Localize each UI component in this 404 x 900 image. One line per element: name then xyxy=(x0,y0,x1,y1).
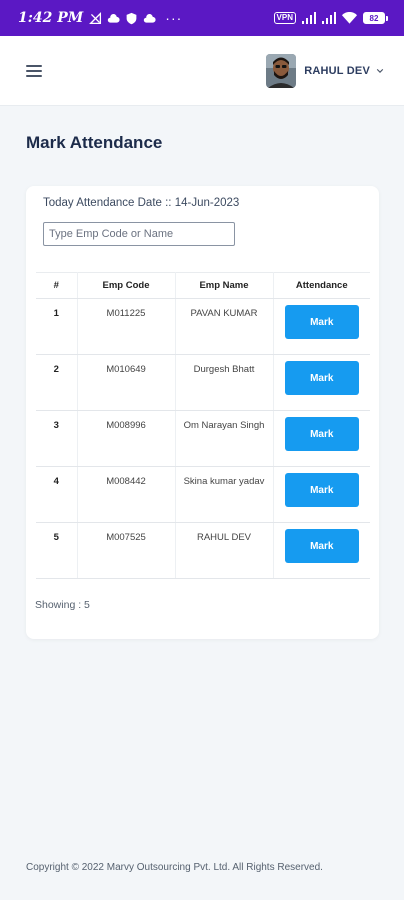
more-notifications-icon: ··· xyxy=(165,10,183,26)
cloud-icon xyxy=(108,13,120,23)
wifi-icon xyxy=(342,12,357,24)
mark-button[interactable]: Mark xyxy=(284,473,359,507)
table-row: 2 M010649 Durgesh Bhatt Mark xyxy=(36,354,370,411)
row-number: 5 xyxy=(36,522,77,579)
app-header: RAHUL DEV xyxy=(0,36,404,106)
chevron-down-icon[interactable] xyxy=(376,67,384,75)
signal-icon xyxy=(302,12,316,24)
row-number: 3 xyxy=(36,410,77,467)
attendance-date: Today Attendance Date :: 14-Jun-2023 xyxy=(43,197,240,209)
table-row: 5 M007525 RAHUL DEV Mark xyxy=(36,522,370,579)
user-menu[interactable]: RAHUL DEV xyxy=(266,53,384,88)
emp-name: Durgesh Bhatt xyxy=(174,354,273,411)
attendance-cell: Mark xyxy=(272,522,370,579)
table-row: 3 M008996 Om Narayan Singh Mark xyxy=(36,410,370,467)
shield-icon xyxy=(126,12,137,24)
page-title: Mark Attendance xyxy=(26,133,163,152)
emp-code: M011225 xyxy=(76,298,175,355)
user-name[interactable]: RAHUL DEV xyxy=(304,65,370,77)
table-header-row: # Emp Code Emp Name Attendance xyxy=(36,272,370,299)
emp-name: PAVAN KUMAR xyxy=(174,298,273,355)
emp-code: M007525 xyxy=(76,522,175,579)
mark-button[interactable]: Mark xyxy=(284,417,359,451)
mark-button[interactable]: Mark xyxy=(284,529,359,563)
emp-code: M008996 xyxy=(76,410,175,467)
status-time: 1:42 PM xyxy=(18,10,84,26)
battery-level: 82 xyxy=(363,12,385,24)
emp-code: M010649 xyxy=(76,354,175,411)
avatar[interactable] xyxy=(266,53,297,88)
status-bar-left: 1:42 PM ··· xyxy=(18,10,182,26)
hamburger-icon[interactable] xyxy=(26,64,42,77)
row-number: 2 xyxy=(36,354,77,411)
emp-code: M008442 xyxy=(76,466,175,523)
mark-button[interactable]: Mark xyxy=(284,361,359,395)
attendance-cell: Mark xyxy=(272,354,370,411)
table-row: 1 M011225 PAVAN KUMAR Mark xyxy=(36,298,370,355)
row-number: 1 xyxy=(36,298,77,355)
signal-off-icon xyxy=(89,11,102,24)
attendance-cell: Mark xyxy=(272,298,370,355)
status-notification-icons: ··· xyxy=(89,10,182,26)
attendance-cell: Mark xyxy=(272,410,370,467)
column-header-number: # xyxy=(36,272,77,299)
emp-name: RAHUL DEV xyxy=(174,522,273,579)
showing-count: Showing : 5 xyxy=(35,599,90,611)
mark-button[interactable]: Mark xyxy=(284,305,359,339)
footer-copyright: Copyright © 2022 Marvy Outsourcing Pvt. … xyxy=(26,862,323,873)
table-row: 4 M008442 Skina kumar yadav Mark xyxy=(36,466,370,523)
cloud-icon xyxy=(144,13,156,23)
attendance-table: # Emp Code Emp Name Attendance 1 M011225… xyxy=(36,272,370,579)
attendance-card: Today Attendance Date :: 14-Jun-2023 # E… xyxy=(26,186,379,639)
attendance-cell: Mark xyxy=(272,466,370,523)
column-header-emp-name: Emp Name xyxy=(174,272,273,299)
row-number: 4 xyxy=(36,466,77,523)
column-header-emp-code: Emp Code xyxy=(76,272,175,299)
vpn-icon: VPN xyxy=(273,12,296,24)
search-input[interactable] xyxy=(43,222,235,246)
status-bar: 1:42 PM ··· VPN 82 xyxy=(0,0,404,36)
emp-name: Om Narayan Singh xyxy=(174,410,273,467)
status-bar-right: VPN 82 xyxy=(273,12,388,24)
signal-icon xyxy=(322,12,336,24)
emp-name: Skina kumar yadav xyxy=(174,466,273,523)
battery-icon: 82 xyxy=(363,12,388,24)
column-header-attendance: Attendance xyxy=(272,272,370,299)
